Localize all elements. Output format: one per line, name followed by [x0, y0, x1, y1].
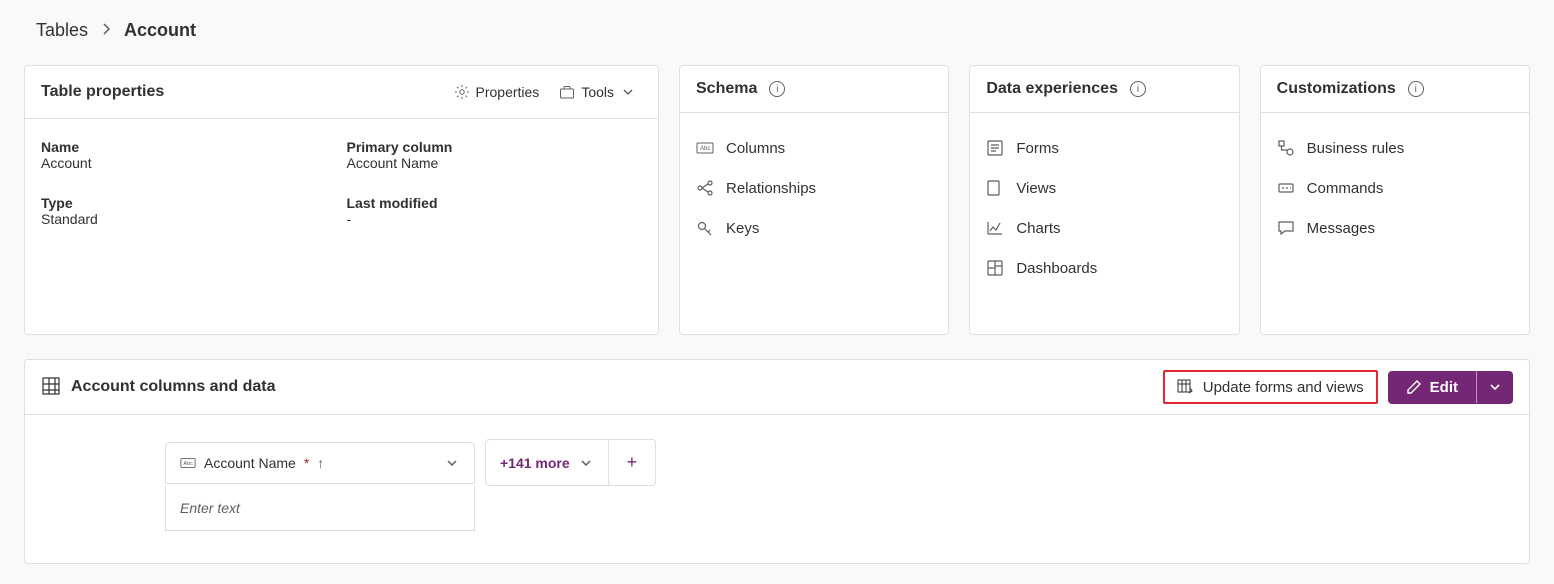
modified-label: Last modified [347, 195, 643, 211]
charts-link[interactable]: Charts [986, 219, 1222, 237]
more-columns-button[interactable]: +141 more [486, 443, 608, 483]
edit-button[interactable]: Edit [1388, 371, 1513, 404]
chevron-down-icon[interactable] [444, 455, 460, 471]
table-properties-card: Table properties Properties Tools Name A… [24, 65, 659, 335]
info-icon[interactable]: i [1130, 81, 1146, 97]
messages-link[interactable]: Messages [1277, 219, 1513, 237]
schema-card: Schema i Abc Columns Relationships Keys [679, 65, 949, 335]
data-exp-title: Data experiences [986, 80, 1118, 98]
name-value: Account [41, 155, 337, 171]
properties-label: Properties [476, 84, 540, 100]
breadcrumb-root[interactable]: Tables [36, 20, 88, 41]
info-icon[interactable]: i [769, 81, 785, 97]
account-name-input[interactable]: Enter text [165, 486, 475, 531]
dashboards-link[interactable]: Dashboards [986, 259, 1222, 277]
type-label: Type [41, 195, 337, 211]
primary-label: Primary column [347, 139, 643, 155]
sort-asc-icon: ↑ [317, 455, 324, 471]
business-rules-link[interactable]: Business rules [1277, 139, 1513, 157]
commands-link[interactable]: Commands [1277, 179, 1513, 197]
primary-value: Account Name [347, 155, 643, 171]
update-forms-views-button[interactable]: Update forms and views [1163, 370, 1378, 404]
customizations-card: Customizations i Business rules Commands [1260, 65, 1530, 335]
modified-value: - [347, 211, 643, 227]
columns-link[interactable]: Abc Columns [696, 139, 932, 157]
tools-button[interactable]: Tools [553, 80, 642, 104]
breadcrumb-current: Account [124, 20, 196, 41]
keys-link[interactable]: Keys [696, 219, 932, 237]
edit-dropdown[interactable] [1476, 371, 1513, 403]
required-indicator: * [304, 455, 309, 471]
views-link[interactable]: Views [986, 179, 1222, 197]
table-grid-icon [41, 376, 61, 399]
chevron-right-icon [98, 21, 114, 40]
table-properties-title: Table properties [41, 83, 164, 101]
data-section: Account columns and data Update forms an… [24, 359, 1530, 564]
type-value: Standard [41, 211, 337, 227]
schema-title: Schema [696, 80, 757, 98]
svg-text:Abc: Abc [184, 460, 194, 466]
info-icon[interactable]: i [1408, 81, 1424, 97]
tools-label: Tools [581, 84, 614, 100]
properties-button[interactable]: Properties [448, 80, 546, 104]
svg-text:Abc: Abc [700, 146, 710, 152]
customizations-title: Customizations [1277, 80, 1396, 98]
relationships-link[interactable]: Relationships [696, 179, 932, 197]
forms-link[interactable]: Forms [986, 139, 1222, 157]
data-section-title: Account columns and data [71, 378, 275, 396]
name-label: Name [41, 139, 337, 155]
add-column-button[interactable]: + [608, 440, 656, 485]
data-experiences-card: Data experiences i Forms Views Charts [969, 65, 1239, 335]
column-header-account-name[interactable]: Abc Account Name * ↑ [165, 442, 475, 484]
breadcrumb: Tables Account [24, 20, 1530, 41]
